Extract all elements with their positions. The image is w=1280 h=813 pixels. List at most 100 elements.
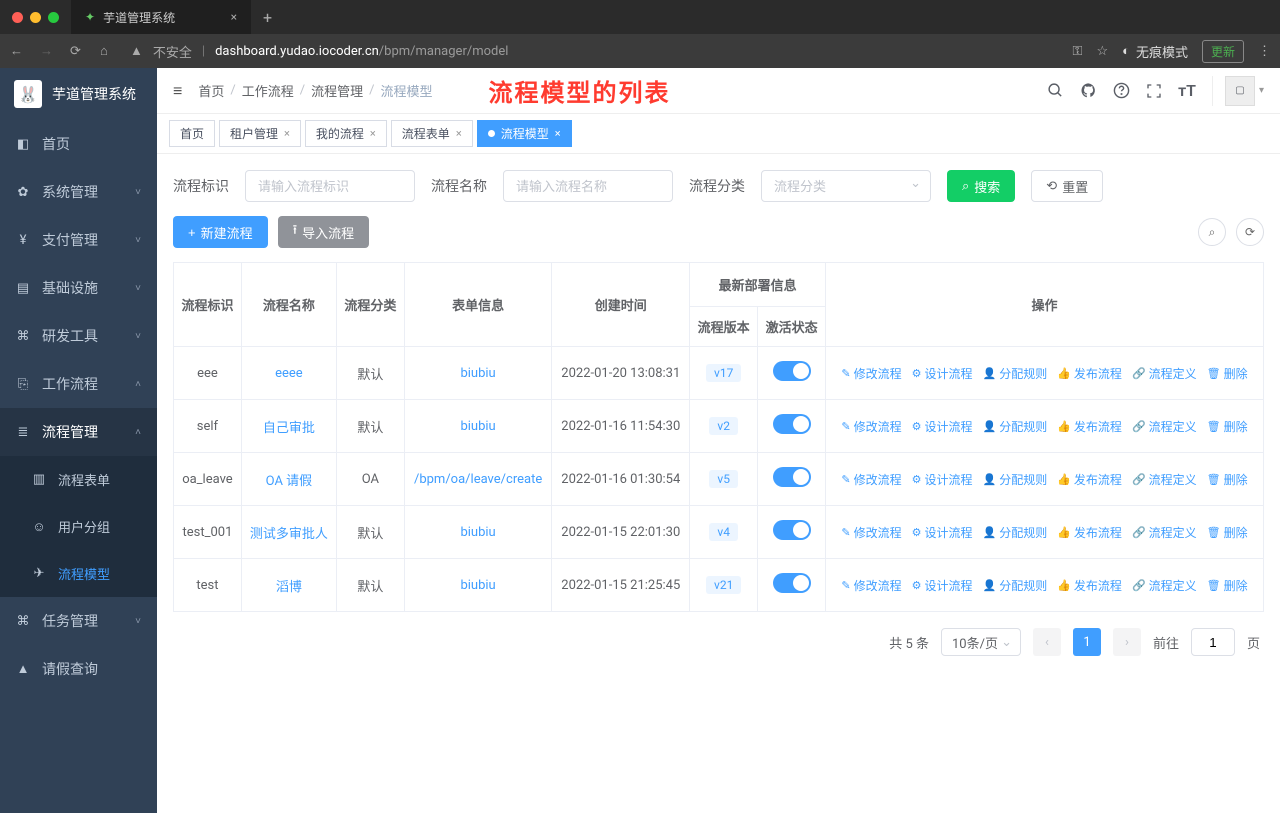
- op-design[interactable]: ⚙设计流程: [912, 365, 973, 382]
- sidebar-item[interactable]: ¥支付管理˅: [0, 216, 157, 264]
- op-publish[interactable]: 👍发布流程: [1057, 524, 1122, 541]
- op-delete[interactable]: 🗑删除: [1207, 577, 1248, 594]
- cell-name[interactable]: 测试多审批人: [241, 506, 336, 559]
- op-assign[interactable]: 👤分配规则: [983, 418, 1048, 435]
- filter-cat-select[interactable]: [761, 170, 931, 202]
- brand[interactable]: 🐰 芋道管理系统: [0, 68, 157, 120]
- op-edit[interactable]: ✎修改流程: [841, 365, 901, 382]
- address-bar[interactable]: ▲ 不安全 | dashboard.yudao.iocoder.cn/bpm/m…: [130, 42, 1059, 61]
- filter-name-input[interactable]: [503, 170, 673, 202]
- cell-name[interactable]: eeee: [241, 347, 336, 400]
- status-toggle[interactable]: [773, 414, 811, 434]
- breadcrumb-item[interactable]: 首页: [198, 81, 224, 100]
- op-publish[interactable]: 👍发布流程: [1057, 577, 1122, 594]
- op-delete[interactable]: 🗑删除: [1207, 471, 1248, 488]
- status-toggle[interactable]: [773, 520, 811, 540]
- op-design[interactable]: ⚙设计流程: [912, 418, 973, 435]
- reset-button[interactable]: ⟲ 重置: [1031, 170, 1103, 202]
- status-toggle[interactable]: [773, 467, 811, 487]
- op-def[interactable]: 🔗流程定义: [1132, 365, 1197, 382]
- cell-status[interactable]: [758, 400, 826, 453]
- tag[interactable]: 我的流程×: [305, 120, 387, 147]
- tag[interactable]: 流程模型×: [477, 120, 572, 147]
- close-tag-icon[interactable]: ×: [284, 127, 290, 140]
- op-delete[interactable]: 🗑删除: [1207, 365, 1248, 382]
- op-def[interactable]: 🔗流程定义: [1132, 418, 1197, 435]
- sidebar-subitem[interactable]: ▥流程表单: [0, 456, 157, 503]
- browser-menu-icon[interactable]: ⋮: [1258, 44, 1270, 59]
- op-design[interactable]: ⚙设计流程: [912, 471, 973, 488]
- op-delete[interactable]: 🗑删除: [1207, 524, 1248, 541]
- sidebar-item[interactable]: ◧首页: [0, 120, 157, 168]
- op-publish[interactable]: 👍发布流程: [1057, 418, 1122, 435]
- op-def[interactable]: 🔗流程定义: [1132, 471, 1197, 488]
- op-edit[interactable]: ✎修改流程: [841, 418, 901, 435]
- search-icon[interactable]: [1047, 82, 1064, 99]
- github-icon[interactable]: [1080, 82, 1097, 99]
- sidebar-subitem[interactable]: ✈流程模型: [0, 550, 157, 597]
- close-tag-icon[interactable]: ×: [555, 127, 561, 140]
- filter-cat-input[interactable]: [761, 170, 931, 202]
- help-icon[interactable]: [1113, 82, 1130, 99]
- sidebar-subitem[interactable]: ☺用户分组: [0, 503, 157, 550]
- cell-status[interactable]: [758, 453, 826, 506]
- cell-form[interactable]: biubiu: [404, 559, 552, 612]
- user-menu[interactable]: ▢ ▾: [1212, 76, 1264, 106]
- fullscreen-icon[interactable]: [1146, 83, 1162, 99]
- text-size-icon[interactable]: тT: [1178, 81, 1196, 100]
- cell-form[interactable]: biubiu: [404, 506, 552, 559]
- op-edit[interactable]: ✎修改流程: [841, 471, 901, 488]
- op-assign[interactable]: 👤分配规则: [983, 365, 1048, 382]
- op-publish[interactable]: 👍发布流程: [1057, 471, 1122, 488]
- hamburger-icon[interactable]: ≡: [173, 81, 182, 101]
- prev-page-button[interactable]: ‹: [1033, 628, 1061, 656]
- search-button[interactable]: ⌕ 搜索: [947, 170, 1015, 202]
- op-edit[interactable]: ✎修改流程: [841, 577, 901, 594]
- sidebar-item[interactable]: ⎘工作流程˄: [0, 360, 157, 408]
- op-def[interactable]: 🔗流程定义: [1132, 577, 1197, 594]
- page-size-select[interactable]: 10条/页 ⌄: [941, 628, 1021, 656]
- browser-tab[interactable]: ✦ 芋道管理系统 ×: [71, 0, 251, 34]
- sidebar-item[interactable]: ▲请假查询: [0, 645, 157, 693]
- new-tab-button[interactable]: +: [251, 8, 284, 27]
- cell-status[interactable]: [758, 559, 826, 612]
- sidebar-item[interactable]: ▤基础设施˅: [0, 264, 157, 312]
- incognito-indicator[interactable]: ◐ 无痕模式: [1122, 42, 1188, 61]
- cell-name[interactable]: 滔博: [241, 559, 336, 612]
- status-toggle[interactable]: [773, 361, 811, 381]
- cell-form[interactable]: biubiu: [404, 347, 552, 400]
- op-assign[interactable]: 👤分配规则: [983, 471, 1048, 488]
- new-process-button[interactable]: + 新建流程: [173, 216, 268, 248]
- home-button[interactable]: ⌂: [100, 43, 116, 59]
- import-process-button[interactable]: ⭱ 导入流程: [278, 216, 370, 248]
- op-assign[interactable]: 👤分配规则: [983, 577, 1048, 594]
- reload-button[interactable]: ⟳: [70, 44, 86, 59]
- update-button[interactable]: 更新: [1202, 40, 1244, 63]
- cell-name[interactable]: OA 请假: [241, 453, 336, 506]
- refresh-button[interactable]: ⟳: [1236, 218, 1264, 246]
- tag[interactable]: 租户管理×: [219, 120, 301, 147]
- breadcrumb-item[interactable]: 工作流程: [242, 81, 294, 100]
- tag[interactable]: 流程表单×: [391, 120, 473, 147]
- close-tab-icon[interactable]: ×: [231, 10, 237, 24]
- cell-status[interactable]: [758, 347, 826, 400]
- op-def[interactable]: 🔗流程定义: [1132, 524, 1197, 541]
- cell-status[interactable]: [758, 506, 826, 559]
- minimize-window-icon[interactable]: [30, 12, 41, 23]
- tag[interactable]: 首页: [169, 120, 215, 147]
- sidebar-item[interactable]: ⌘研发工具˅: [0, 312, 157, 360]
- star-icon[interactable]: ☆: [1096, 44, 1108, 59]
- op-publish[interactable]: 👍发布流程: [1057, 365, 1122, 382]
- search-toggle-button[interactable]: ⌕: [1198, 218, 1226, 246]
- op-assign[interactable]: 👤分配规则: [983, 524, 1048, 541]
- close-tag-icon[interactable]: ×: [370, 127, 376, 140]
- maximize-window-icon[interactable]: [48, 12, 59, 23]
- op-design[interactable]: ⚙设计流程: [912, 524, 973, 541]
- op-edit[interactable]: ✎修改流程: [841, 524, 901, 541]
- op-design[interactable]: ⚙设计流程: [912, 577, 973, 594]
- cell-form[interactable]: /bpm/oa/leave/create: [404, 453, 552, 506]
- next-page-button[interactable]: ›: [1113, 628, 1141, 656]
- status-toggle[interactable]: [773, 573, 811, 593]
- close-tag-icon[interactable]: ×: [456, 127, 462, 140]
- sidebar-item[interactable]: ⌘任务管理˅: [0, 597, 157, 645]
